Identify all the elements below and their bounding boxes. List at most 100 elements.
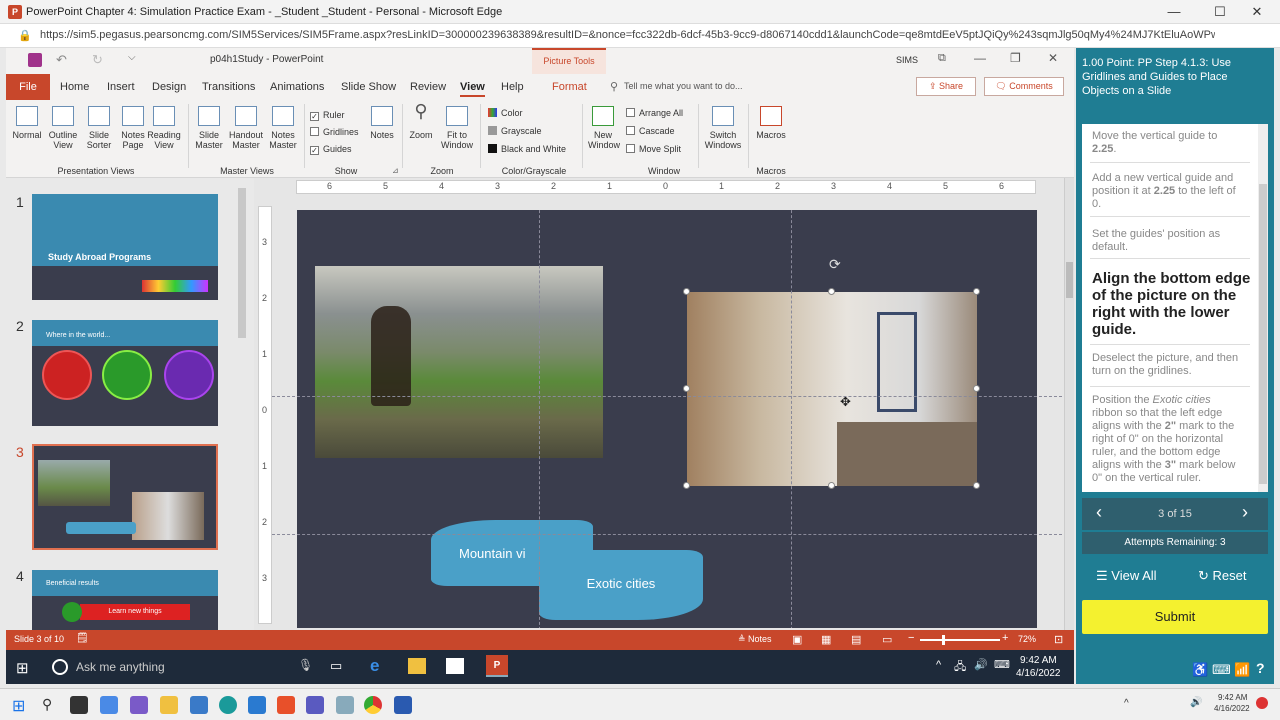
zoom-button[interactable]: ⚲ Zoom [406,102,436,140]
edge-taskbar-icon[interactable]: e [370,656,379,676]
save-icon[interactable] [28,53,42,67]
zoom-slider[interactable] [920,635,1000,645]
undo-icon[interactable]: ↶ [56,52,67,68]
slideshow-status-icon[interactable]: ▭ [882,633,892,646]
exotic-city-picture[interactable] [687,292,977,486]
search-icon[interactable]: ⚲ [42,696,60,714]
windows-start-icon[interactable]: ⊞ [12,696,25,716]
outline-view-button[interactable]: Outline View [46,106,80,150]
slide-master-button[interactable]: Slide Master [192,106,226,150]
share-button[interactable]: ⇪ Share [916,77,976,96]
guides-checkbox[interactable]: ✓ Guides [310,144,352,155]
rotate-handle-icon[interactable]: ⟳ [829,256,841,273]
redo-icon[interactable]: ↻ [92,52,103,68]
macros-button[interactable]: Macros [752,106,790,140]
resize-handle[interactable] [683,288,690,295]
zoom-level[interactable]: 72% [1018,634,1036,644]
notes-toggle[interactable]: ≜ Notes [738,634,772,645]
tab-slide-show[interactable]: Slide Show [341,81,396,93]
ppt-restore-icon[interactable]: ❐ [1010,51,1021,65]
slide-thumbnail-1[interactable]: Study Abroad Programs [32,194,218,300]
customize-qat-icon[interactable]: ⌵ [128,52,136,63]
color-button[interactable]: Color [488,108,523,118]
teams-icon[interactable] [306,696,324,714]
black-white-button[interactable]: Black and White [488,144,566,154]
store-icon[interactable] [446,658,464,674]
arrange-all-button[interactable]: Arrange All [626,108,683,118]
vertical-guide[interactable] [791,210,792,628]
zoom-out-icon[interactable]: − [908,632,914,644]
editor-scrollbar[interactable] [1064,178,1074,630]
resize-handle[interactable] [828,482,835,489]
mail-icon[interactable] [248,696,266,714]
notes-master-button[interactable]: Notes Master [266,106,300,150]
close-window-button[interactable]: ✕ [1234,0,1280,24]
ruler-checkbox[interactable]: ✓ Ruler [310,110,345,121]
address-bar[interactable]: 🔒 https://sim5.pegasus.pearsoncmg.com/SI… [0,24,1280,48]
file-explorer-icon[interactable] [160,696,178,714]
reading-view-status-icon[interactable]: ▤ [851,633,861,646]
normal-view-button[interactable]: Normal [10,106,44,140]
word-icon[interactable] [394,696,412,714]
tab-view[interactable]: View [460,81,485,97]
tab-review[interactable]: Review [410,81,446,93]
powerpoint-taskbar-icon[interactable]: P [486,655,508,677]
tab-design[interactable]: Design [152,81,186,93]
tab-file[interactable]: File [6,74,50,100]
handout-master-button[interactable]: Handout Master [228,106,264,150]
volume-icon[interactable]: 🔊 [974,658,988,671]
tab-format[interactable]: Format [552,81,587,93]
chat-icon[interactable] [130,696,148,714]
file-explorer-icon[interactable] [408,658,426,674]
microphone-icon[interactable]: 🎙 [298,658,313,672]
office-icon[interactable] [277,696,295,714]
slide-sorter-button[interactable]: Slide Sorter [82,106,116,150]
help-icon[interactable]: ? [1256,660,1265,676]
scroll-thumb[interactable] [1066,262,1073,298]
tray-chevron-icon[interactable]: ^ [936,659,941,671]
view-all-button[interactable]: ☰ View All [1096,568,1157,584]
exotic-cities-banner[interactable]: Exotic cities [539,550,703,620]
slide-thumbnail-3[interactable] [32,444,218,550]
fit-slide-icon[interactable]: ⊡ [1054,633,1063,646]
comments-button[interactable]: 🗨 Comments [984,77,1064,96]
move-split-button[interactable]: Move Split [626,144,681,154]
widgets-icon[interactable] [100,696,118,714]
edge-icon[interactable] [219,696,237,714]
notes-page-button[interactable]: Notes Page [116,106,150,150]
notification-badge[interactable] [1256,697,1268,709]
cascade-button[interactable]: Cascade [626,126,675,136]
ribbon-display-icon[interactable]: ⧉ [938,52,946,65]
store-icon[interactable] [190,696,208,714]
gridlines-checkbox[interactable]: Gridlines [310,127,359,137]
resize-handle[interactable] [973,385,980,392]
grayscale-button[interactable]: Grayscale [488,126,542,136]
switch-windows-button[interactable]: Switch Windows [702,106,744,150]
tab-help[interactable]: Help [501,81,524,93]
cortana-search-box[interactable]: Ask me anything [76,660,165,674]
slide-thumbnail-2[interactable]: Where in the world... [32,320,218,426]
url-text[interactable]: https://sim5.pegasus.pearsoncmg.com/SIM5… [40,29,1215,41]
new-window-button[interactable]: New Window [586,106,620,150]
zoom-in-icon[interactable]: + [1002,632,1008,644]
tray-chevron-icon[interactable]: ^ [1124,698,1129,709]
volume-icon[interactable]: 🔊 [1190,697,1202,708]
resize-handle[interactable] [973,288,980,295]
keyboard-shortcuts-icon[interactable]: ⌨ [1212,662,1231,678]
tab-transitions[interactable]: Transitions [202,81,255,93]
steps-scrollbar[interactable] [1258,124,1268,492]
reset-button[interactable]: ↻ Reset [1198,568,1246,584]
tab-insert[interactable]: Insert [107,81,135,93]
horizontal-guide[interactable] [272,396,1062,397]
resize-handle[interactable] [828,288,835,295]
chrome-icon[interactable] [364,696,382,714]
resize-handle[interactable] [683,385,690,392]
notes-button[interactable]: Notes [366,106,398,140]
slide[interactable]: ⟳ ✥ Mountain vi Exotic cities [297,210,1037,628]
normal-view-status-icon[interactable]: ▣ [792,633,802,646]
task-view-icon[interactable] [70,696,88,714]
spellcheck-icon[interactable]: 🗒 [76,633,89,644]
notepad-icon[interactable] [336,696,354,714]
submit-button[interactable]: Submit [1082,600,1268,634]
reading-view-button[interactable]: Reading View [146,106,182,150]
